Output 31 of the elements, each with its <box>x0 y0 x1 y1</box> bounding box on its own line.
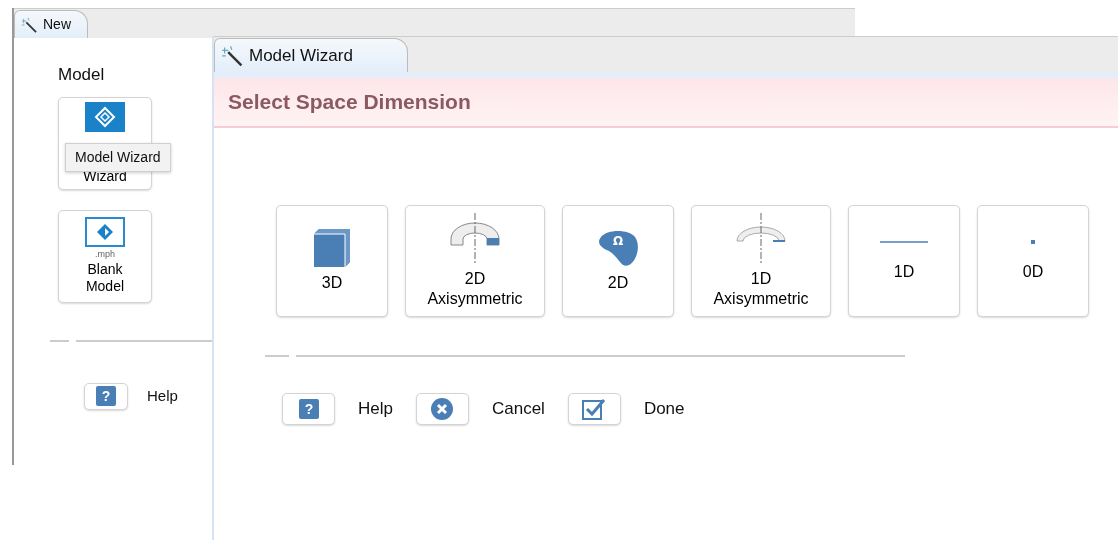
dimension-button[interactable]: Ω 2D <box>562 205 674 317</box>
dimension-button[interactable]: 3D <box>276 205 388 317</box>
dimension-button[interactable]: 1D <box>848 205 960 317</box>
help-button[interactable]: ? <box>282 393 335 425</box>
window-tab[interactable]: Model Wizard <box>214 38 408 72</box>
line-icon <box>880 240 928 244</box>
help-icon: ? <box>298 399 319 419</box>
help-icon: ? <box>96 386 116 406</box>
wand-icon <box>21 15 37 34</box>
help-button[interactable]: ? <box>84 382 128 410</box>
cancel-label: Cancel <box>491 398 545 421</box>
model-button[interactable]: .mph Blank Model <box>58 209 152 303</box>
page-heading: Select Space Dimension <box>228 89 471 116</box>
dimension-button[interactable]: 1D Axisymmetric <box>691 205 831 317</box>
dimension-button[interactable]: 2D Axisymmetric <box>405 205 545 317</box>
axisymmetric-icon <box>734 213 788 263</box>
window-tab[interactable]: New <box>14 10 88 38</box>
checkbox-icon <box>582 398 607 420</box>
close-icon <box>431 398 454 420</box>
cancel-button[interactable] <box>415 393 469 425</box>
axisymmetric-icon <box>448 213 502 263</box>
section-title: Model <box>58 64 106 86</box>
tooltip: Model Wizard <box>65 143 171 172</box>
wand-icon <box>221 44 243 67</box>
done-button[interactable] <box>567 393 621 425</box>
help-label: Help <box>358 398 393 421</box>
dimension-button[interactable]: 0D <box>977 205 1089 317</box>
blob-icon: Ω <box>597 229 639 267</box>
done-label: Done <box>643 398 685 421</box>
help-label: Help <box>147 385 178 406</box>
cube-icon <box>314 229 350 267</box>
